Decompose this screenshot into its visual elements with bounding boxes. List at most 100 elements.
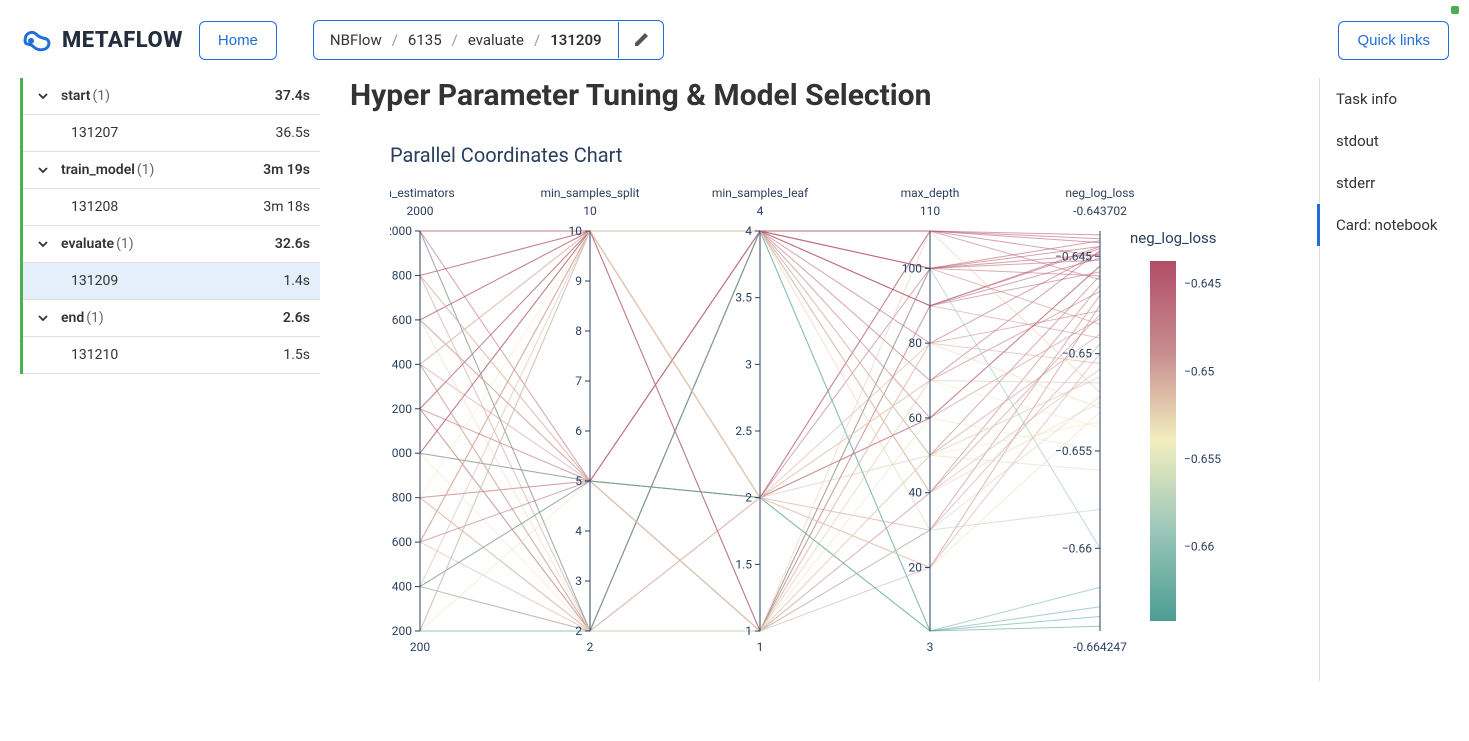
status-indicator (1451, 6, 1459, 14)
axis-tick: 1000 (390, 446, 412, 460)
axis-tick: 1600 (390, 313, 412, 327)
axis-tick: 1 (745, 624, 752, 638)
step-count: (1) (93, 88, 111, 104)
step-name: evaluate (61, 236, 114, 252)
chart-region: Parallel Coordinates Chart n_estimators2… (350, 143, 1289, 681)
breadcrumb-part[interactable]: evaluate (468, 31, 524, 49)
colorbar[interactable] (1150, 261, 1176, 621)
breadcrumb-part[interactable]: 6135 (408, 31, 442, 49)
quick-links-button[interactable]: Quick links (1338, 21, 1449, 60)
axis-top-value: -0.643702 (1073, 204, 1127, 218)
axis-tick: −0.655 (1055, 444, 1092, 458)
axis-label: min_samples_split (540, 186, 639, 200)
breadcrumb-container: NBFlow / 6135 / evaluate / 131209 (313, 20, 664, 60)
chevron-down-icon (35, 312, 51, 324)
axis-tick: 10 (569, 224, 583, 238)
colorbar-tick: −0.65 (1184, 364, 1215, 378)
axis-tick: 5 (575, 474, 582, 488)
task-id: 131209 (71, 273, 118, 289)
step-name: start (61, 88, 91, 104)
axis-tick: 800 (392, 491, 412, 505)
axis-tick: 40 (909, 486, 923, 500)
task-time: 3m 18s (263, 199, 310, 215)
step-task-131210[interactable]: 1312101.5s (23, 337, 320, 374)
step-count: (1) (137, 162, 155, 178)
axis-tick: 60 (909, 411, 923, 425)
metaflow-icon (20, 26, 54, 54)
step-task-131209[interactable]: 1312091.4s (23, 263, 320, 300)
axis-tick: 4 (575, 524, 582, 538)
axis-tick: 9 (575, 274, 582, 288)
axis-tick: 2.5 (735, 424, 752, 438)
breadcrumb-part[interactable]: NBFlow (330, 31, 382, 49)
step-header-evaluate[interactable]: evaluate (1) 32.6s (23, 226, 320, 263)
topbar: METAFLOW Home NBFlow / 6135 / evaluate /… (0, 0, 1469, 78)
step-group: evaluate (1) 32.6s 1312091.4s (20, 226, 320, 300)
step-task-131207[interactable]: 13120736.5s (23, 115, 320, 152)
axis-tick: 1400 (390, 357, 412, 371)
axis-tick: 2000 (390, 224, 412, 238)
axis-tick: 400 (392, 580, 412, 594)
breadcrumb-sep: / (452, 31, 458, 49)
axis-tick: 2 (745, 491, 752, 505)
right-nav-item[interactable]: Task info (1336, 78, 1449, 120)
axis-tick: 100 (902, 261, 922, 275)
pencil-icon (633, 32, 649, 48)
step-time: 3m 19s (263, 162, 310, 178)
page-title: Hyper Parameter Tuning & Model Selection (350, 78, 1289, 113)
axis-tick: 600 (392, 535, 412, 549)
axis-label: max_depth (901, 186, 960, 200)
axis-tick: 3 (575, 574, 582, 588)
step-group: end (1) 2.6s 1312101.5s (20, 300, 320, 374)
colorbar-label: neg_log_loss (1130, 229, 1217, 247)
parallel-coordinates-chart[interactable]: n_estimators2000200200018001600140012001… (390, 181, 1240, 681)
breadcrumb-sep: / (392, 31, 398, 49)
colorbar-tick: −0.645 (1184, 277, 1221, 291)
step-header-end[interactable]: end (1) 2.6s (23, 300, 320, 337)
breadcrumb[interactable]: NBFlow / 6135 / evaluate / 131209 (314, 21, 618, 59)
breadcrumb-current: 131209 (550, 31, 601, 49)
right-nav-item[interactable]: stderr (1336, 162, 1449, 204)
axis-tick: 6 (575, 424, 582, 438)
axis-tick: 1.5 (735, 557, 752, 571)
step-task-131208[interactable]: 131208 3m 18s (23, 189, 320, 226)
chevron-down-icon (35, 238, 51, 250)
axis-tick: 20 (909, 560, 923, 574)
brand-text: METAFLOW (62, 28, 183, 53)
axis-tick: −0.645 (1055, 249, 1092, 263)
axis-bottom-value: 3 (927, 640, 934, 654)
right-nav-item[interactable]: stdout (1336, 120, 1449, 162)
task-time: 1.5s (283, 347, 310, 363)
step-name: train_model (61, 162, 135, 178)
step-count: (1) (86, 310, 104, 326)
task-id: 131208 (71, 199, 118, 215)
axis-tick: 2 (575, 624, 582, 638)
right-nav-panel: Task infostdoutstderrCard: notebook (1319, 78, 1449, 681)
home-button[interactable]: Home (199, 21, 277, 60)
axis-tick: 7 (575, 374, 582, 388)
axis-top-value: 110 (920, 204, 940, 218)
brand-logo: METAFLOW (20, 26, 183, 54)
step-header-train_model[interactable]: train_model (1) 3m 19s (23, 152, 320, 189)
edit-breadcrumb-button[interactable] (618, 22, 663, 58)
step-count: (1) (116, 236, 134, 252)
axis-label: n_estimators (390, 186, 455, 200)
step-header-start[interactable]: start (1) 37.4s (23, 78, 320, 115)
step-group: start (1) 37.4s 13120736.5s (20, 78, 320, 152)
axis-top-value: 4 (757, 204, 764, 218)
step-time: 32.6s (275, 236, 310, 252)
axis-tick: 80 (909, 336, 923, 350)
axis-label: neg_log_loss (1065, 186, 1134, 200)
axis-bottom-value: 200 (410, 640, 430, 654)
axis-tick: 200 (392, 624, 412, 638)
colorbar-tick: −0.66 (1184, 540, 1215, 554)
task-time: 36.5s (275, 125, 310, 141)
step-name: end (61, 310, 84, 326)
chevron-down-icon (35, 90, 51, 102)
step-time: 37.4s (275, 88, 310, 104)
right-nav-item[interactable]: Card: notebook (1317, 204, 1449, 246)
step-group: train_model (1) 3m 19s 131208 3m 18s (20, 152, 320, 226)
step-time: 2.6s (283, 310, 310, 326)
axis-bottom-value: 1 (757, 640, 764, 654)
axis-tick: 3 (745, 357, 752, 371)
